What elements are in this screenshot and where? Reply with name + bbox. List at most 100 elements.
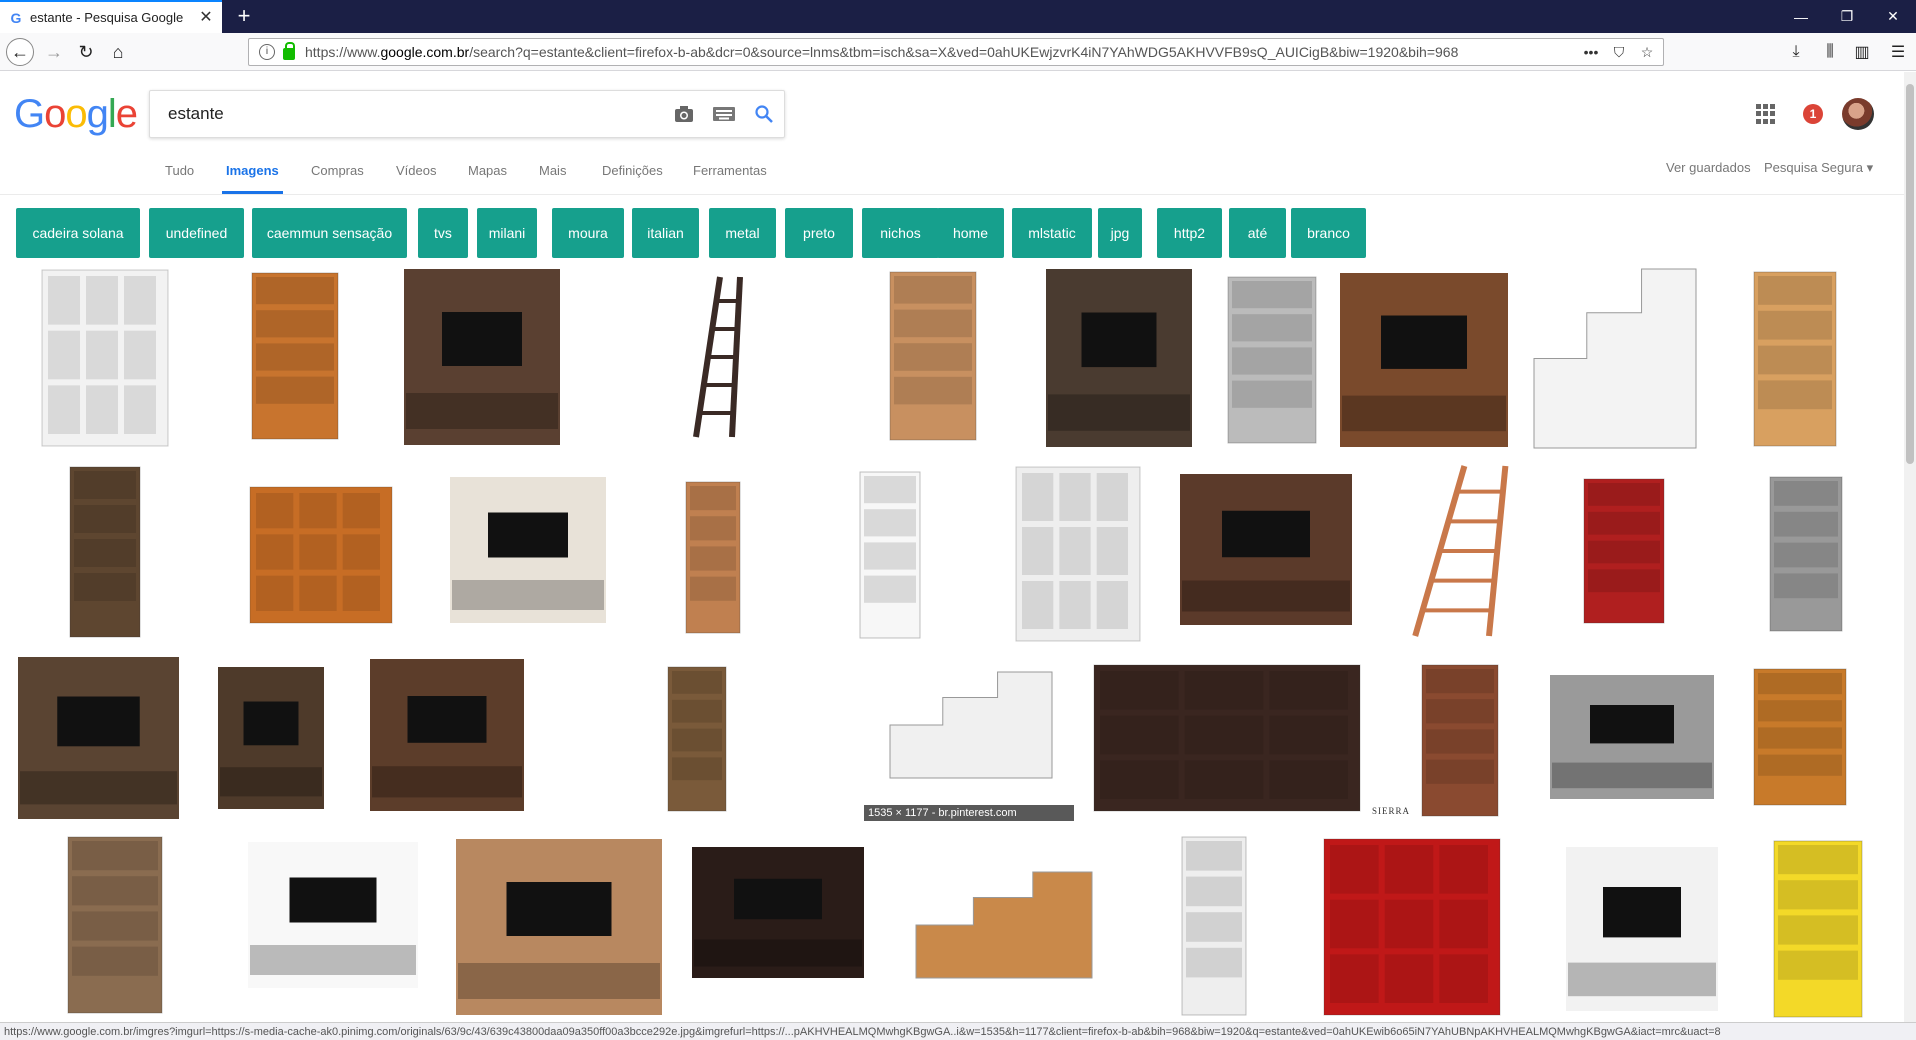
chip[interactable]: milani: [477, 208, 537, 258]
saved-images-link[interactable]: Ver guardados: [1666, 160, 1751, 175]
image-result[interactable]: [216, 665, 326, 811]
image-result[interactable]: [448, 475, 608, 625]
logo-letter: o: [44, 92, 66, 136]
address-bar[interactable]: i https://www.google.com.br/search?q=est…: [248, 38, 1664, 66]
back-icon[interactable]: ←: [6, 38, 34, 66]
reload-icon[interactable]: ↻: [72, 38, 100, 66]
google-logo[interactable]: Google: [14, 92, 138, 137]
image-result[interactable]: [1178, 472, 1354, 627]
sidebar-icon[interactable]: ▥: [1848, 38, 1876, 66]
furniture-thumbnail: [1533, 268, 1697, 449]
new-tab-icon[interactable]: +: [232, 4, 256, 28]
furniture-thumbnail: [1769, 476, 1843, 632]
close-tab-icon[interactable]: ✕: [198, 9, 214, 26]
furniture-thumbnail: [1180, 474, 1352, 625]
chip[interactable]: metal: [709, 208, 776, 258]
image-result[interactable]: [66, 835, 164, 1015]
minimize-icon[interactable]: —: [1778, 0, 1824, 33]
image-result[interactable]: [1014, 465, 1142, 643]
tab-compras[interactable]: Compras: [307, 158, 368, 194]
search-input[interactable]: [166, 103, 664, 125]
chip[interactable]: branco: [1291, 208, 1366, 258]
tab-mapas[interactable]: Mapas: [464, 158, 511, 194]
image-result[interactable]: [858, 470, 922, 640]
image-result[interactable]: [368, 657, 526, 813]
browser-tab[interactable]: G estante - Pesquisa Google ✕: [0, 0, 222, 33]
image-result[interactable]: [1564, 845, 1720, 1013]
image-result[interactable]: [1582, 477, 1666, 625]
chip[interactable]: moura: [552, 208, 624, 258]
image-result[interactable]: [246, 840, 420, 990]
search-icon[interactable]: [744, 94, 784, 134]
menu-icon[interactable]: ☰: [1884, 38, 1912, 66]
image-result[interactable]: [1092, 663, 1362, 813]
image-result[interactable]: [672, 273, 752, 441]
image-result[interactable]: [1752, 667, 1848, 807]
image-result[interactable]: [248, 485, 394, 625]
page-actions-icon[interactable]: •••: [1579, 40, 1603, 64]
tab-videos[interactable]: Vídeos: [392, 158, 440, 194]
image-result[interactable]: [914, 870, 1094, 980]
image-result[interactable]: [888, 270, 978, 442]
chip[interactable]: cadeira solana: [16, 208, 140, 258]
image-result[interactable]: [684, 480, 742, 635]
notification-badge[interactable]: 1: [1803, 104, 1823, 124]
chip[interactable]: tvs: [418, 208, 468, 258]
chip[interactable]: nichos: [862, 208, 939, 258]
image-result[interactable]: [888, 670, 1054, 780]
image-result[interactable]: [1366, 462, 1530, 640]
chip[interactable]: caemmun sensação: [252, 208, 407, 258]
chip[interactable]: até: [1229, 208, 1286, 258]
keyboard-icon[interactable]: [704, 94, 744, 134]
camera-icon[interactable]: [664, 94, 704, 134]
furniture-thumbnail: [1046, 269, 1192, 447]
image-result[interactable]: [1772, 839, 1864, 1019]
site-info-icon[interactable]: i: [259, 44, 275, 60]
image-result[interactable]: [1226, 275, 1318, 445]
scrollbar-thumb[interactable]: [1906, 84, 1914, 464]
image-result[interactable]: [454, 837, 664, 1017]
tab-definicoes[interactable]: Definições: [598, 158, 667, 194]
image-result[interactable]: [1768, 475, 1844, 633]
apps-grid-icon[interactable]: [1756, 104, 1776, 124]
image-result[interactable]: [1338, 271, 1510, 449]
image-result[interactable]: [1044, 267, 1194, 449]
image-result[interactable]: [16, 655, 181, 821]
image-result[interactable]: [402, 267, 562, 447]
search-box: [149, 90, 785, 138]
close-window-icon[interactable]: ✕: [1870, 0, 1916, 33]
library-icon[interactable]: ⫼: [1816, 38, 1844, 66]
tab-mais[interactable]: Mais: [535, 158, 570, 194]
image-result[interactable]: [1752, 270, 1838, 448]
image-result[interactable]: [40, 268, 170, 448]
tab-imagens[interactable]: Imagens: [222, 158, 283, 194]
bookmark-star-icon[interactable]: ☆: [1635, 40, 1659, 64]
image-result[interactable]: [1532, 267, 1698, 450]
forward-icon[interactable]: →: [40, 38, 68, 66]
image-result[interactable]: [1322, 837, 1502, 1017]
chip[interactable]: italian: [632, 208, 699, 258]
image-result[interactable]: [250, 271, 340, 441]
image-result[interactable]: [690, 845, 866, 980]
furniture-thumbnail: [370, 659, 524, 811]
tab-ferramentas[interactable]: Ferramentas: [689, 158, 771, 194]
home-icon[interactable]: ⌂: [104, 38, 132, 66]
image-result[interactable]: [666, 665, 728, 813]
avatar[interactable]: [1842, 98, 1874, 130]
downloads-icon[interactable]: ⤓: [1782, 38, 1810, 66]
chip[interactable]: mlstatic: [1012, 208, 1092, 258]
chip[interactable]: undefined: [149, 208, 244, 258]
safe-search-dropdown[interactable]: Pesquisa Segura ▾: [1764, 160, 1873, 176]
chip[interactable]: preto: [785, 208, 853, 258]
image-result[interactable]: [68, 465, 142, 639]
image-result[interactable]: [1180, 835, 1248, 1017]
chip[interactable]: http2: [1157, 208, 1222, 258]
chip[interactable]: home: [937, 208, 1004, 258]
chip[interactable]: jpg: [1098, 208, 1142, 258]
restore-icon[interactable]: ❐: [1824, 0, 1870, 33]
image-result[interactable]: [1420, 663, 1500, 818]
pocket-icon[interactable]: ⛉: [1607, 40, 1631, 64]
image-result[interactable]: [1548, 673, 1716, 801]
url-text[interactable]: https://www.google.com.br/search?q=estan…: [305, 44, 1579, 60]
tab-tudo[interactable]: Tudo: [161, 158, 198, 194]
